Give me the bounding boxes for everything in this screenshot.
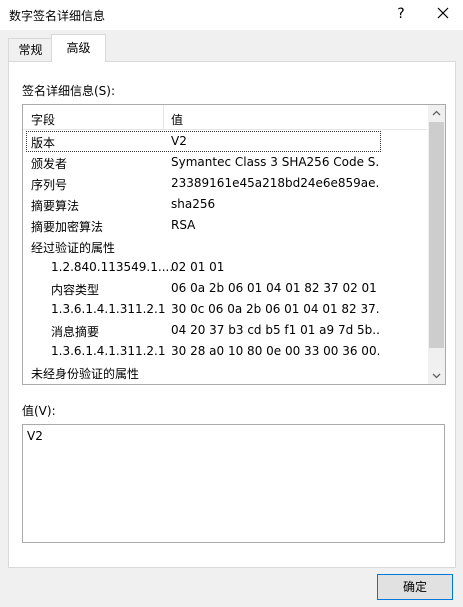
row-value: sha256 <box>171 197 216 211</box>
row-field: 未经身份验证的属性 <box>31 367 140 381</box>
list-row[interactable]: 内容类型 06 0a 2b 06 01 04 01 82 37 02 01 <box>23 278 427 299</box>
signature-details-label: 签名详细信息(S): <box>22 84 116 98</box>
row-value: 30 0c 06 0a 2b 06 01 04 01 82 37... <box>171 302 379 316</box>
vertical-scrollbar[interactable] <box>428 105 445 384</box>
list-row[interactable]: 摘要加密算法 RSA <box>23 215 427 236</box>
row-value: V2 <box>171 134 187 148</box>
help-button[interactable]: ? <box>388 2 414 26</box>
list-row[interactable]: 经过验证的属性 <box>23 236 427 257</box>
scroll-up-button[interactable] <box>428 105 445 122</box>
list-row[interactable]: 1.3.6.1.4.1.311.2.1 30 0c 06 0a 2b 06 01 … <box>23 299 427 320</box>
list-row[interactable]: 未经身份验证的属性 <box>23 362 427 383</box>
list-row[interactable]: 1.2.840.113549.1.... 02 01 01 <box>23 257 427 278</box>
list-row[interactable]: 摘要算法 sha256 <box>23 194 427 215</box>
value-label: 值(V): <box>22 404 56 418</box>
row-field: 序列号 <box>31 178 68 192</box>
ok-button[interactable]: 确定 <box>377 574 453 600</box>
row-value: 06 0a 2b 06 01 04 01 82 37 02 01 <box>171 281 377 295</box>
list-header: 字段 值 <box>23 105 427 130</box>
row-field: 消息摘要 <box>51 325 100 339</box>
row-field: 1.3.6.1.4.1.311.2.1 <box>51 302 166 316</box>
close-icon <box>437 7 449 19</box>
row-field: 内容类型 <box>51 283 100 297</box>
row-value: 04 20 37 b3 cd b5 f1 01 a9 7d 5b... <box>171 323 379 337</box>
row-field: 颁发者 <box>31 157 68 171</box>
scroll-down-button[interactable] <box>428 367 445 384</box>
list-row[interactable]: 版本 V2 <box>26 131 381 152</box>
row-field: 经过验证的属性 <box>31 241 116 255</box>
scroll-thumb[interactable] <box>429 122 444 348</box>
row-value: 02 01 01 <box>171 260 225 274</box>
row-value: Symantec Class 3 SHA256 Code S... <box>171 155 379 169</box>
row-field: 摘要算法 <box>31 199 80 213</box>
column-divider[interactable] <box>163 105 164 129</box>
chevron-up-icon <box>432 110 441 116</box>
tab-strip: 常规 高级 <box>8 34 455 62</box>
row-field: 1.3.6.1.4.1.311.2.1 <box>51 344 166 358</box>
value-text: V2 <box>27 429 43 443</box>
row-field: 1.2.840.113549.1.... <box>51 260 174 274</box>
list-row[interactable]: 序列号 23389161e45a218bd24e6e859ae... <box>23 173 427 194</box>
chevron-down-icon <box>432 373 441 379</box>
signature-details-list[interactable]: 字段 值 版本 V2 颁发者 Symantec Class 3 SHA256 Code… <box>22 104 446 385</box>
row-value: 30 28 a0 10 80 0e 00 33 00 36 00... <box>171 344 379 358</box>
row-value: 23389161e45a218bd24e6e859ae... <box>171 176 379 190</box>
tab-general[interactable]: 常规 <box>8 38 53 61</box>
window-title: 数字签名详细信息 <box>9 9 106 23</box>
column-header-field[interactable]: 字段 <box>31 111 55 128</box>
list-row[interactable]: 消息摘要 04 20 37 b3 cd b5 f1 01 a9 7d 5b... <box>23 320 427 341</box>
list-row[interactable]: 颁发者 Symantec Class 3 SHA256 Code S... <box>23 152 427 173</box>
close-button[interactable] <box>426 2 460 26</box>
list-row[interactable]: 1.3.6.1.4.1.311.2.1 30 28 a0 10 80 0e 00 … <box>23 341 427 362</box>
tab-advanced[interactable]: 高级 <box>51 34 106 62</box>
row-value: RSA <box>171 218 196 232</box>
title-bar: 数字签名详细信息 ? <box>0 0 463 30</box>
value-textbox[interactable]: V2 <box>22 424 445 543</box>
row-field: 版本 <box>31 136 56 150</box>
column-header-value[interactable]: 值 <box>171 111 183 128</box>
row-field: 摘要加密算法 <box>31 220 104 234</box>
